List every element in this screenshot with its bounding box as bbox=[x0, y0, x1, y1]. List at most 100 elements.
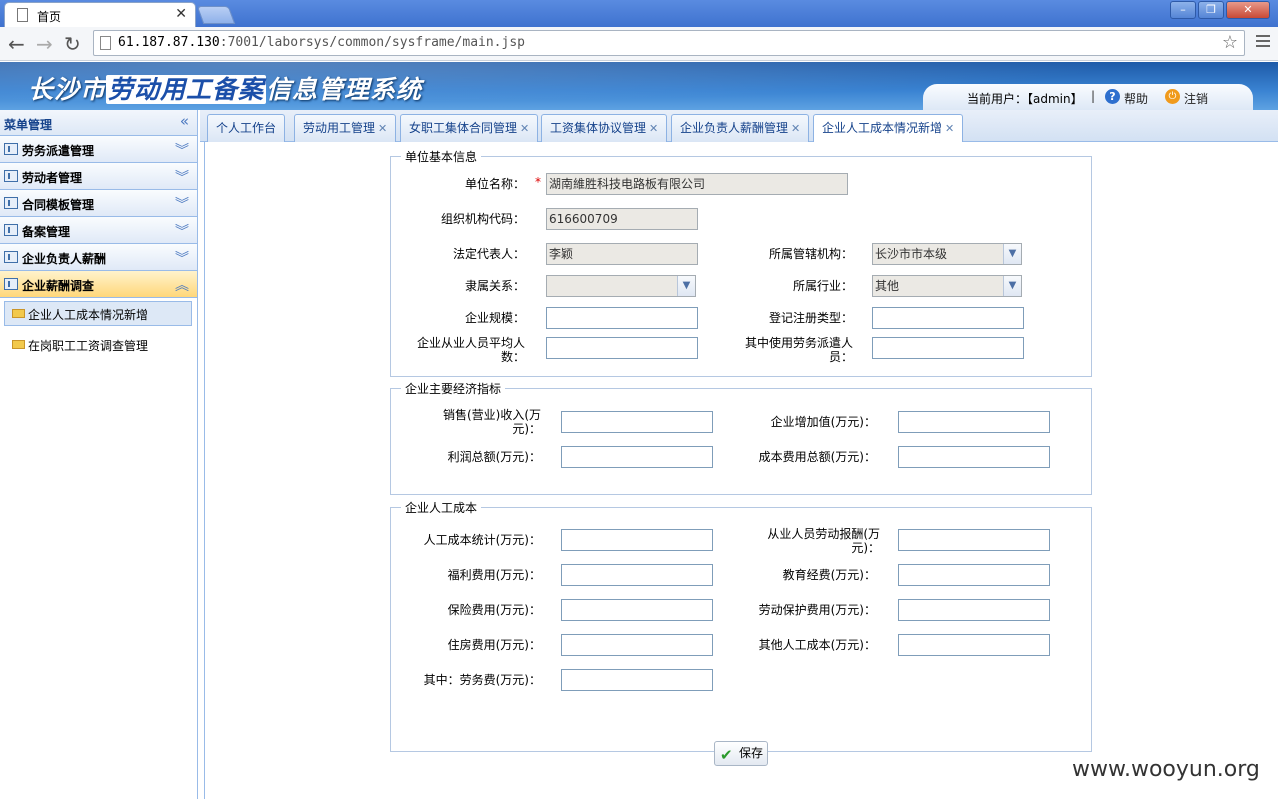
chevron-up-icon[interactable]: ︽ bbox=[175, 275, 189, 295]
chevron-down-icon[interactable]: ▼ bbox=[677, 276, 695, 296]
employee-pay-input[interactable] bbox=[898, 529, 1050, 551]
org-code-field[interactable]: 616600709 bbox=[546, 208, 698, 230]
bookmark-star-icon[interactable]: ☆ bbox=[1222, 32, 1238, 53]
sidebar-header: 菜单管理 « bbox=[0, 110, 197, 136]
avg-employees-label: 企业从业人员平均人数： bbox=[416, 336, 525, 364]
affiliation-select[interactable]: ▼ bbox=[546, 275, 696, 297]
forward-arrow-icon[interactable]: → bbox=[36, 32, 53, 56]
housing-input[interactable] bbox=[561, 634, 713, 656]
labor-cost-input[interactable] bbox=[561, 529, 713, 551]
page-icon bbox=[17, 8, 28, 22]
minimize-button[interactable]: – bbox=[1170, 1, 1196, 19]
chevron-down-icon[interactable]: ︾ bbox=[175, 167, 189, 187]
cost-total-input[interactable] bbox=[898, 446, 1050, 468]
sales-input[interactable] bbox=[561, 411, 713, 433]
tab-workbench[interactable]: 个人工作台 bbox=[207, 114, 286, 142]
page-icon bbox=[100, 36, 111, 50]
chevron-down-icon[interactable]: ︾ bbox=[175, 221, 189, 241]
logout-link[interactable]: 注销 bbox=[1184, 90, 1208, 107]
sidebar-item-labor-cost[interactable]: 企业人工成本情况新增 bbox=[0, 298, 197, 329]
sidebar-group-salary-survey[interactable]: 企业薪酬调查 ︽ bbox=[0, 271, 197, 298]
industry-label: 所属行业： bbox=[792, 279, 853, 293]
avg-employees-input[interactable] bbox=[546, 337, 698, 359]
close-icon[interactable]: ✕ bbox=[520, 122, 529, 135]
chevron-down-icon[interactable]: ︾ bbox=[175, 194, 189, 214]
education-input[interactable] bbox=[898, 564, 1050, 586]
browser-tab-title: 首页 bbox=[37, 10, 62, 24]
dispatch-input[interactable] bbox=[872, 337, 1024, 359]
sidebar-group-templates[interactable]: 合同模板管理 ︾ bbox=[0, 190, 197, 217]
chevron-down-icon[interactable]: ▼ bbox=[1003, 244, 1021, 264]
help-link[interactable]: 帮助 bbox=[1124, 90, 1148, 107]
chevron-down-icon[interactable]: ▼ bbox=[1003, 276, 1021, 296]
close-window-button[interactable]: ✕ bbox=[1226, 1, 1270, 19]
close-icon[interactable]: ✕ bbox=[945, 122, 954, 135]
value-added-input[interactable] bbox=[898, 411, 1050, 433]
sidebar-group-workers[interactable]: 劳动者管理 ︾ bbox=[0, 163, 197, 190]
url-text: 61.187.87.130:7001/laborsys/common/sysfr… bbox=[118, 35, 525, 50]
power-icon[interactable]: ⏻ bbox=[1165, 89, 1180, 104]
save-button[interactable]: ✔ 保存 bbox=[714, 741, 768, 766]
reload-icon[interactable]: ↻ bbox=[64, 32, 81, 56]
section-legend: 企业主要经济指标 bbox=[405, 382, 502, 396]
jurisdiction-select[interactable]: 长沙市市本级 ▼ bbox=[872, 243, 1022, 265]
panel-icon bbox=[4, 278, 18, 290]
housing-label: 住房费用(万元)： bbox=[447, 638, 541, 652]
legal-rep-field[interactable]: 李颖 bbox=[546, 243, 698, 265]
user-bar: 当前用户：【admin】 | ? 帮助 ⏻ 注销 bbox=[923, 84, 1253, 110]
panel-icon bbox=[4, 251, 18, 263]
close-icon[interactable]: ✕ bbox=[378, 122, 387, 135]
education-label: 教育经费(万元)： bbox=[782, 568, 876, 582]
protection-input[interactable] bbox=[898, 599, 1050, 621]
sidebar-group-filing[interactable]: 备案管理 ︾ bbox=[0, 217, 197, 244]
unit-name-label: 单位名称： bbox=[464, 177, 525, 191]
help-icon[interactable]: ? bbox=[1105, 89, 1120, 104]
tab-female-contract[interactable]: 女职工集体合同管理 ✕ bbox=[400, 114, 539, 142]
other-cost-input[interactable] bbox=[898, 634, 1050, 656]
close-tab-icon[interactable]: ✕ bbox=[175, 6, 187, 22]
chevron-down-icon[interactable]: ︾ bbox=[175, 140, 189, 160]
scale-input[interactable] bbox=[546, 307, 698, 329]
insurance-input[interactable] bbox=[561, 599, 713, 621]
tab-exec-pay[interactable]: 企业负责人薪酬管理 ✕ bbox=[671, 114, 810, 142]
sidebar-group-exec-pay[interactable]: 企业负责人薪酬 ︾ bbox=[0, 244, 197, 271]
tab-wage-agreement[interactable]: 工资集体协议管理 ✕ bbox=[541, 114, 668, 142]
folder-icon bbox=[12, 340, 25, 349]
maximize-button[interactable]: ❐ bbox=[1198, 1, 1224, 19]
welfare-input[interactable] bbox=[561, 564, 713, 586]
tab-strip: 个人工作台 劳动用工管理 ✕ 女职工集体合同管理 ✕ 工资集体协议管理 ✕ 企业负责人… bbox=[200, 110, 1278, 143]
industry-select[interactable]: 其他 ▼ bbox=[872, 275, 1022, 297]
sidebar-item-wage-survey[interactable]: 在岗职工工资调查管理 bbox=[0, 329, 197, 360]
tab-labor-mgmt[interactable]: 劳动用工管理 ✕ bbox=[294, 114, 397, 142]
cost-total-label: 成本费用总额(万元)： bbox=[758, 450, 876, 464]
chevron-down-icon[interactable]: ︾ bbox=[175, 248, 189, 268]
required-marker: * bbox=[535, 175, 541, 189]
new-tab-button[interactable] bbox=[196, 6, 236, 24]
labor-cost-label: 人工成本统计(万元)： bbox=[423, 533, 541, 547]
reg-type-label: 登记注册类型： bbox=[768, 311, 853, 325]
sidebar-title: 菜单管理 bbox=[4, 118, 53, 132]
panel-icon bbox=[4, 224, 18, 236]
sidebar: 菜单管理 « 劳务派遣管理 ︾ 劳动者管理 ︾ 合同模板管理 ︾ 备案管理 ︾ … bbox=[0, 110, 198, 799]
sidebar-group-dispatch[interactable]: 劳务派遣管理 ︾ bbox=[0, 136, 197, 163]
address-bar[interactable]: 61.187.87.130:7001/laborsys/common/sysfr… bbox=[93, 30, 1245, 56]
section-legend: 单位基本信息 bbox=[405, 150, 478, 164]
welfare-label: 福利费用(万元)： bbox=[447, 568, 541, 582]
browser-tab[interactable]: 首页 ✕ bbox=[4, 2, 196, 28]
employee-pay-label: 从业人员劳动报酬(万元)： bbox=[767, 527, 880, 555]
close-icon[interactable]: ✕ bbox=[649, 122, 658, 135]
back-arrow-icon[interactable]: ← bbox=[8, 32, 25, 56]
tab-labor-cost-add[interactable]: 企业人工成本情况新增 ✕ bbox=[813, 114, 964, 143]
sales-label: 销售(营业)收入(万元)： bbox=[442, 408, 541, 436]
profit-input[interactable] bbox=[561, 446, 713, 468]
reg-type-input[interactable] bbox=[872, 307, 1024, 329]
dispatch-label: 其中使用劳务派遣人员： bbox=[744, 336, 853, 364]
close-icon[interactable]: ✕ bbox=[791, 122, 800, 135]
panel-icon bbox=[4, 170, 18, 182]
unit-name-field[interactable]: 湖南維胜科技电路板有限公司 bbox=[546, 173, 848, 195]
service-fee-input[interactable] bbox=[561, 669, 713, 691]
menu-icon[interactable] bbox=[1256, 35, 1270, 47]
panel-icon bbox=[4, 197, 18, 209]
economic-indicators-section: 企业主要经济指标 bbox=[390, 380, 1092, 495]
collapse-icon[interactable]: « bbox=[180, 112, 189, 130]
